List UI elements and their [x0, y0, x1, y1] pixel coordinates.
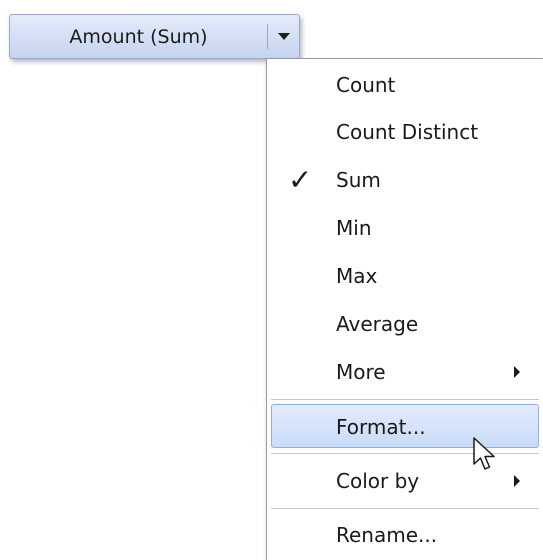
- menu-item-label: More: [336, 359, 386, 384]
- menu-item-label: Min: [336, 215, 372, 240]
- amount-field-button[interactable]: Amount (Sum): [9, 14, 300, 59]
- submenu-arrow-icon: [514, 365, 520, 378]
- menu-item-label: Average: [336, 311, 419, 336]
- mouse-pointer-icon: [473, 437, 495, 470]
- menu-item-color-by[interactable]: Color by: [267, 457, 543, 504]
- menu-item-max[interactable]: Max: [267, 252, 543, 299]
- menu-item-label: Format...: [336, 414, 426, 439]
- menu-item-average[interactable]: Average: [267, 300, 543, 347]
- submenu-arrow-icon: [514, 474, 520, 487]
- menu-item-label: Sum: [336, 167, 381, 192]
- menu-item-sum[interactable]: ✓ Sum: [267, 156, 543, 203]
- field-dropdown-button[interactable]: [268, 15, 299, 58]
- menu-item-rename[interactable]: Rename...: [267, 511, 543, 558]
- menu-item-format[interactable]: Format...: [267, 403, 543, 450]
- menu-item-label: Color by: [336, 468, 420, 493]
- menu-separator: [271, 508, 539, 509]
- menu-item-label: Rename...: [336, 522, 438, 547]
- caret-down-icon: [277, 33, 290, 40]
- field-button-label[interactable]: Amount (Sum): [10, 15, 267, 58]
- menu-item-label: Count: [336, 72, 396, 97]
- menu-item-min[interactable]: Min: [267, 204, 543, 251]
- menu-item-label: Count Distinct: [336, 119, 479, 144]
- summary-type-menu: Count Count Distinct ✓ Sum Min Max Avera…: [266, 58, 543, 560]
- menu-item-count[interactable]: Count: [267, 61, 543, 108]
- pivot-field-editor: Amount (Sum) Count Count Distinct ✓ Sum …: [0, 0, 543, 560]
- menu-item-label: Max: [336, 263, 378, 288]
- menu-separator: [271, 399, 539, 400]
- checkmark-icon: ✓: [288, 162, 313, 196]
- menu-separator: [271, 453, 539, 454]
- menu-item-count-distinct[interactable]: Count Distinct: [267, 108, 543, 155]
- menu-item-more[interactable]: More: [267, 348, 543, 395]
